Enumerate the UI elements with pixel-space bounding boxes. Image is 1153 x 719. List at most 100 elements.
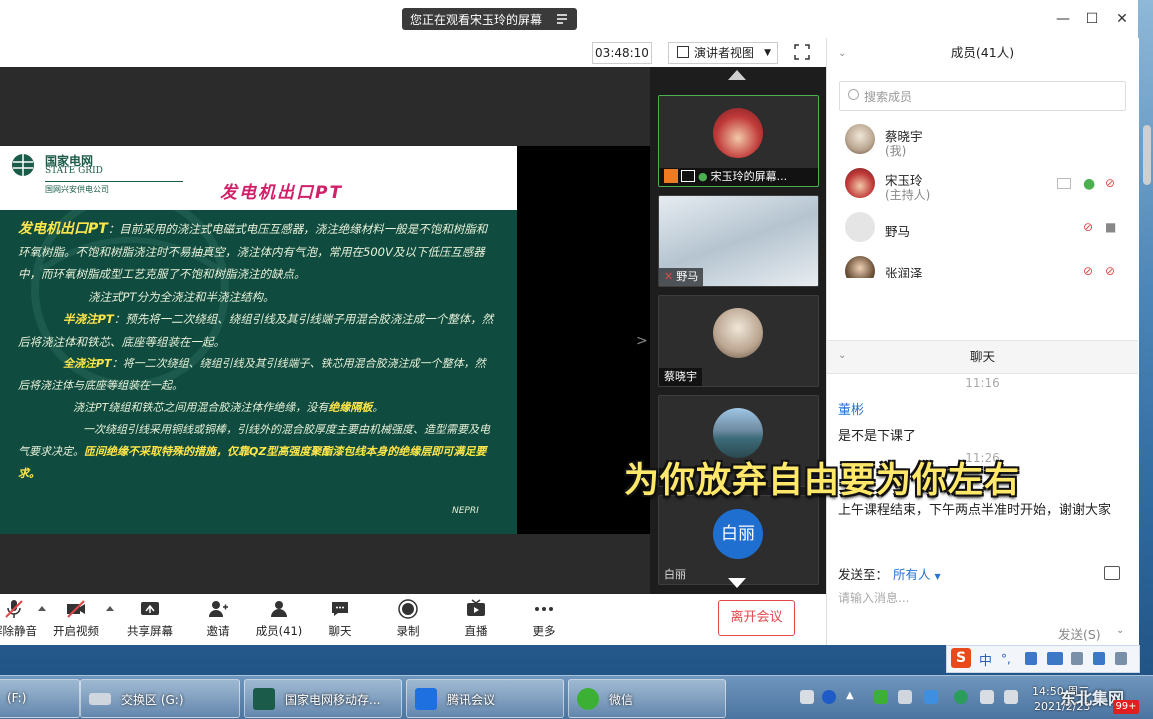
- taskbar-item-drive-g[interactable]: 交换区 (G:): [80, 679, 240, 718]
- avatar-text: 白丽: [713, 509, 763, 559]
- close-icon[interactable]: ✕: [1113, 10, 1131, 28]
- member-role: (我): [885, 144, 907, 158]
- network-icon[interactable]: [954, 690, 968, 704]
- mic-muted-icon: ⊘: [1083, 264, 1094, 278]
- video-options-caret-icon[interactable]: [106, 606, 114, 611]
- punctuation-icon[interactable]: °,: [1001, 652, 1013, 666]
- taskbar-item-tencent-meeting[interactable]: 腾讯会议: [406, 679, 564, 718]
- minimize-icon[interactable]: —: [1054, 10, 1072, 28]
- live-tv-icon: [467, 599, 485, 616]
- skin-icon[interactable]: [1093, 652, 1105, 665]
- share-screen-label: 共享屏幕: [127, 624, 173, 638]
- mic-muted-icon: ✕: [664, 270, 674, 283]
- screen-share-icon: [1057, 178, 1071, 189]
- more-button[interactable]: 更多: [514, 598, 574, 639]
- share-screen-button[interactable]: 共享屏幕: [120, 598, 180, 639]
- screen-share-icon: [681, 170, 695, 182]
- live-button[interactable]: 直播: [446, 598, 506, 639]
- battery-icon[interactable]: [874, 690, 888, 704]
- keyboard-icon[interactable]: [1047, 652, 1063, 665]
- display-icon[interactable]: [1004, 690, 1018, 704]
- volume-icon[interactable]: [980, 690, 994, 704]
- tray-expand-icon[interactable]: ▲: [846, 690, 860, 704]
- more-label: 更多: [532, 624, 556, 638]
- slide-para-5-end: 。: [372, 401, 384, 414]
- avatar: [845, 124, 875, 154]
- voice-icon[interactable]: [1025, 652, 1037, 665]
- mic-muted-icon: ⊘: [1083, 220, 1094, 234]
- user-icon[interactable]: [1071, 652, 1083, 665]
- thumbnail-name: 白丽: [664, 568, 686, 581]
- thumbnail-baili[interactable]: 白丽 白丽: [658, 495, 819, 585]
- unmute-button[interactable]: 解除静音: [0, 598, 44, 639]
- state-grid-icon: [253, 688, 275, 710]
- avatar: [845, 168, 875, 198]
- member-name: 张润泽: [885, 266, 923, 278]
- usb-icon[interactable]: [898, 690, 912, 704]
- share-screen-icon: [141, 602, 159, 615]
- help-icon[interactable]: [822, 690, 836, 704]
- tencent-meeting-icon: [415, 688, 437, 710]
- member-item[interactable]: 宋玉玲 (主持人) ● ⊘: [845, 168, 1125, 208]
- fullscreen-icon[interactable]: [794, 44, 810, 60]
- logo-divider: [45, 181, 183, 182]
- members-button[interactable]: 成员(41): [249, 598, 309, 639]
- drive-icon: [89, 693, 111, 705]
- keyboard-tray-icon[interactable]: [800, 690, 814, 704]
- member-search-input[interactable]: 搜索成员: [839, 81, 1126, 111]
- toolbox-icon[interactable]: [1115, 652, 1127, 665]
- send-button[interactable]: 发送(S): [1058, 624, 1101, 643]
- slide-para-2: 浇注式PT分为全浇注和半浇注结构。: [88, 289, 275, 304]
- unmute-label: 解除静音: [0, 624, 37, 638]
- members-header: 成员(41人): [950, 45, 1015, 60]
- member-item[interactable]: 野马 ⊘ ■: [845, 212, 1125, 252]
- record-button[interactable]: 录制: [378, 598, 438, 639]
- avatar: [713, 308, 763, 358]
- thumbnail-cai-xiaoyu[interactable]: 蔡晓宇: [658, 295, 819, 387]
- chat-button[interactable]: 聊天: [310, 598, 370, 639]
- invite-label: 邀请: [206, 624, 230, 638]
- chat-label: 聊天: [328, 624, 352, 638]
- taskbar-label: 腾讯会议: [447, 693, 496, 707]
- slide-heading-pt: 发电机出口PT: [18, 221, 108, 237]
- chat-input[interactable]: 请输入消息...: [838, 589, 909, 606]
- taskbar-item-drive-f[interactable]: (F:): [0, 679, 80, 718]
- camera-off-icon: ⊘: [1105, 176, 1116, 190]
- thumbnail-name-bar: ✕ 野马: [659, 268, 704, 286]
- list-menu-icon[interactable]: [555, 12, 569, 26]
- image-icon[interactable]: [1104, 566, 1120, 580]
- ime-language[interactable]: 中: [979, 650, 992, 669]
- ime-toolbar[interactable]: S 中 °,: [946, 645, 1140, 673]
- member-item[interactable]: 蔡晓宇 (我): [845, 124, 1125, 164]
- send-options-chevron-icon[interactable]: ⌄: [1116, 625, 1124, 636]
- mic-options-caret-icon[interactable]: [38, 606, 46, 611]
- thumbnail-song-yuling[interactable]: ● 宋玉玲的屏幕...: [658, 95, 819, 187]
- message-tray-icon[interactable]: [924, 690, 938, 704]
- slide-para-5: 浇注PT绕组和铁芯之间用混合胶浇注体作绝缘，没有: [73, 401, 329, 414]
- member-item[interactable]: 张润泽 ⊘ ⊘: [845, 256, 1125, 278]
- view-mode-dropdown[interactable]: 演讲者视图 ▼: [668, 42, 778, 64]
- send-to-label: 发送至：: [838, 567, 889, 582]
- taskbar-label: 微信: [609, 693, 634, 707]
- presenter-icon: [664, 169, 678, 183]
- taskbar-label: 交换区 (G:): [121, 693, 184, 707]
- start-video-button[interactable]: 开启视频: [46, 598, 106, 639]
- leave-meeting-button[interactable]: 离开会议: [718, 600, 795, 636]
- share-banner[interactable]: 您正在观看宋玉玲的屏幕: [402, 8, 577, 30]
- chevron-right-icon[interactable]: >: [636, 333, 648, 349]
- taskbar-item-stategrid[interactable]: 国家电网移动存...: [244, 679, 402, 718]
- slide-para-5-highlight: 绝缘隔板: [328, 401, 373, 414]
- thumbnail-yema[interactable]: ✕ 野马: [658, 195, 819, 287]
- taskbar-item-wechat[interactable]: 微信: [568, 679, 726, 718]
- slide-heading-full: 全浇注PT: [63, 357, 112, 370]
- scroll-up-arrow-icon[interactable]: [728, 70, 746, 80]
- chat-header: 聊天: [969, 349, 995, 364]
- members-scrollbar[interactable]: [1143, 125, 1151, 185]
- send-to-dropdown[interactable]: 所有人 ▼: [893, 564, 941, 583]
- sogou-ime-icon: S: [951, 648, 971, 668]
- mic-on-icon: ●: [698, 170, 708, 183]
- chat-sender: 董彬: [838, 403, 865, 418]
- invite-button[interactable]: 邀请: [188, 598, 248, 639]
- scroll-down-arrow-icon[interactable]: [728, 578, 746, 588]
- maximize-icon[interactable]: ☐: [1083, 10, 1101, 28]
